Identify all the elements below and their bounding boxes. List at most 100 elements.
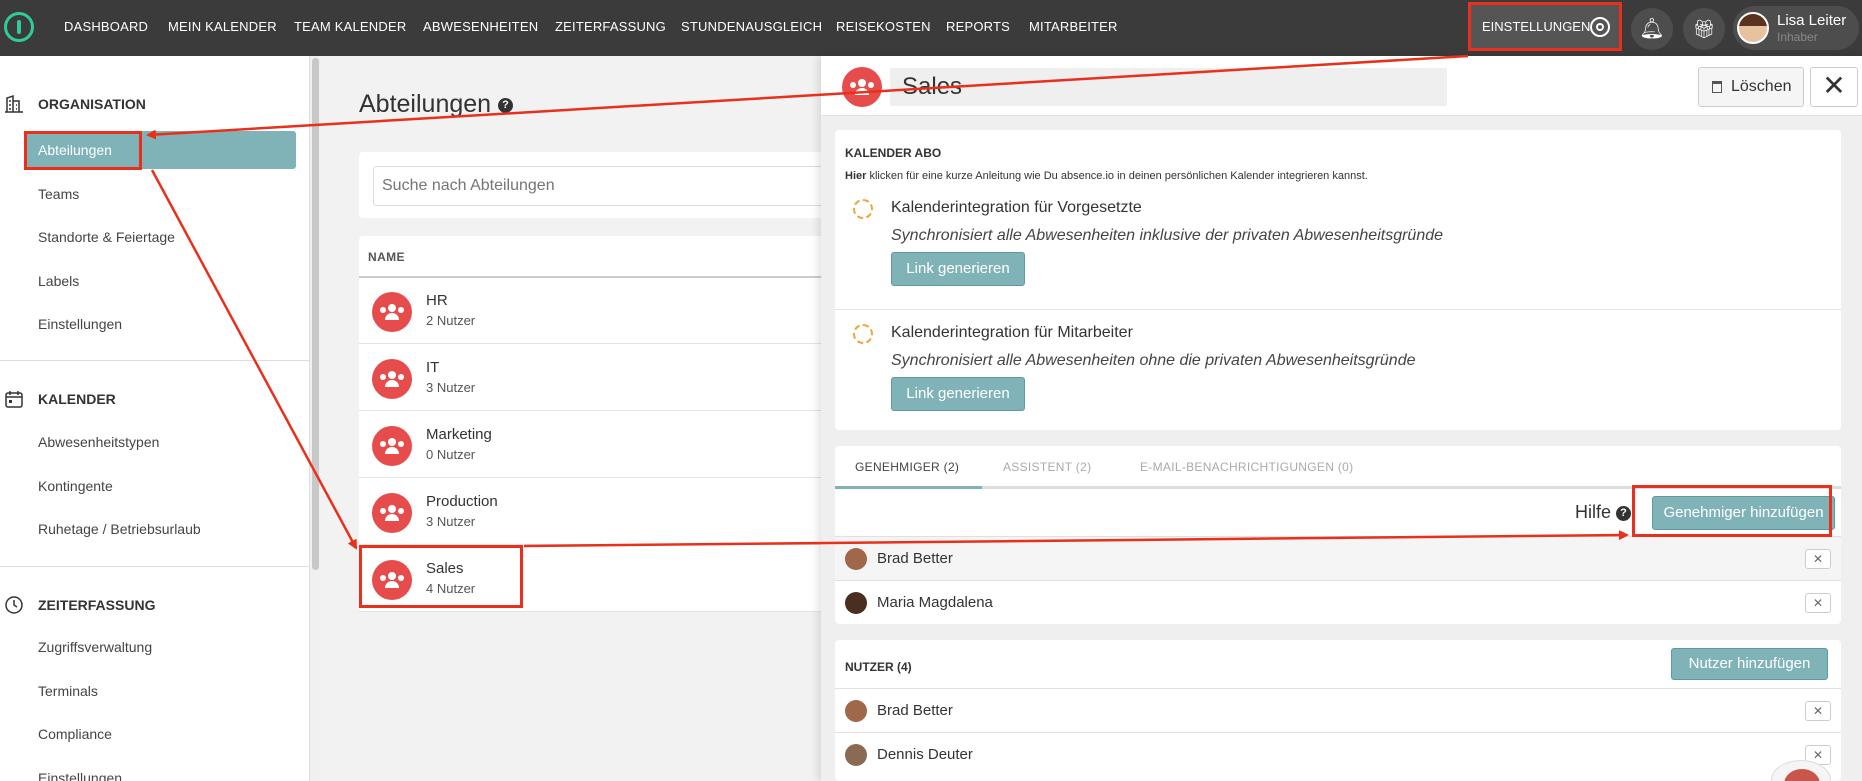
group-icon <box>372 292 412 332</box>
nav-dashboard[interactable]: DASHBOARD <box>64 0 148 56</box>
department-user-count: 3 Nutzer <box>426 380 476 395</box>
section-kalender: KALENDER <box>0 385 310 415</box>
support-avatar-icon <box>1784 769 1820 781</box>
notifications-button[interactable]: 🔔︎ <box>1631 8 1673 50</box>
nav-abwesenheiten[interactable]: ABWESENHEITEN <box>423 0 538 56</box>
sidebar-item-zeiterfassung-einstellungen[interactable]: Einstellungen <box>24 759 296 781</box>
department-name: HR <box>426 292 448 309</box>
scrollbar-thumb[interactable] <box>312 58 319 570</box>
sidebar-scrollbar[interactable] <box>311 56 320 781</box>
calendar-subscription-card: KALENDER ABO Hier klicken für eine kurze… <box>835 130 1841 430</box>
sidebar-item-labels[interactable]: Labels <box>24 262 296 300</box>
column-header-name[interactable]: NAME <box>368 250 405 264</box>
nav-zeiterfassung[interactable]: ZEITERFASSUNG <box>555 0 666 56</box>
help-icon: ? <box>1616 505 1632 521</box>
tab-genehmiger[interactable]: GENEHMIGER (2) <box>855 446 959 488</box>
highlight-add-approver <box>1632 485 1832 537</box>
group-icon <box>372 493 412 533</box>
calendar-hint-link[interactable]: Hier <box>845 170 866 182</box>
pending-status-icon <box>853 324 873 344</box>
tab-email-benachrichtigungen[interactable]: E-MAIL-BENACHRICHTIGUNGEN (0) <box>1140 446 1353 488</box>
nav-stundenausgleich[interactable]: STUNDENAUSGLEICH <box>681 0 822 56</box>
department-name: Production <box>426 493 498 510</box>
absence-logo-icon[interactable] <box>4 12 34 42</box>
gift-icon: 🎁︎ <box>1692 19 1716 39</box>
trash-icon <box>1712 81 1722 93</box>
section-zeiterfassung: ZEITERFASSUNG <box>0 591 310 621</box>
table-row[interactable]: IT 3 Nutzer <box>359 345 859 411</box>
gift-button[interactable]: 🎁︎ <box>1683 8 1725 50</box>
help-link[interactable]: Hilfe ? <box>1575 502 1632 523</box>
building-icon <box>5 94 23 113</box>
calendar-hint: Hier klicken für eine kurze Anleitung wi… <box>845 170 1368 182</box>
integration-description: Synchronisiert alle Abwesenheiten ohne d… <box>891 352 1416 369</box>
pending-status-icon <box>853 199 873 219</box>
sidebar-item-compliance[interactable]: Compliance <box>24 715 296 753</box>
avatar <box>845 548 867 570</box>
active-tab-indicator <box>835 486 982 489</box>
generate-link-button[interactable]: Link generieren <box>891 377 1025 411</box>
panel-header: Sales Löschen ✕ <box>821 56 1862 116</box>
sidebar-item-terminals[interactable]: Terminals <box>24 672 296 710</box>
user-row: Dennis Deuter ✕ <box>835 732 1841 776</box>
avatar <box>1737 12 1769 44</box>
search-input[interactable] <box>373 166 859 206</box>
table-row[interactable]: Marketing 0 Nutzer <box>359 412 859 478</box>
users-card: NUTZER (4) Nutzer hinzufügen Brad Better… <box>835 640 1841 781</box>
highlight-settings <box>1468 2 1622 51</box>
highlight-sales-row <box>359 545 523 608</box>
close-button[interactable]: ✕ <box>1810 67 1858 107</box>
nav-mein-kalender[interactable]: MEIN KALENDER <box>168 0 277 56</box>
calendar-card-title: KALENDER ABO <box>845 146 942 160</box>
user-row: Brad Better ✕ <box>835 688 1841 732</box>
highlight-abteilungen <box>24 131 142 170</box>
add-user-button[interactable]: Nutzer hinzufügen <box>1671 648 1828 680</box>
section-title: KALENDER <box>38 391 116 407</box>
section-title: ZEITERFASSUNG <box>38 597 156 613</box>
department-name: Marketing <box>426 426 492 443</box>
generate-link-button[interactable]: Link generieren <box>891 252 1025 286</box>
group-icon <box>372 426 412 466</box>
divider <box>0 566 310 567</box>
sidebar-item-kontingente[interactable]: Kontingente <box>24 467 296 505</box>
delete-label: Löschen <box>1731 78 1792 95</box>
sidebar-item-ruhetage[interactable]: Ruhetage / Betriebsurlaub <box>24 510 296 548</box>
search-card <box>359 152 859 218</box>
sidebar-item-einstellungen[interactable]: Einstellungen <box>24 305 296 343</box>
nav-mitarbeiter[interactable]: MITARBEITER <box>1029 0 1118 56</box>
department-name-field[interactable]: Sales <box>890 68 1447 106</box>
remove-button[interactable]: ✕ <box>1805 549 1831 569</box>
integration-title: Kalenderintegration für Vorgesetzte <box>891 199 1142 216</box>
department-user-count: 3 Nutzer <box>426 514 476 529</box>
sidebar-item-teams[interactable]: Teams <box>24 175 296 213</box>
avatar <box>845 744 867 766</box>
page-title: Abteilungen ? <box>359 90 514 119</box>
department-user-count: 2 Nutzer <box>426 313 476 328</box>
nav-reports[interactable]: REPORTS <box>946 0 1010 56</box>
sidebar-item-zugriffsverwaltung[interactable]: Zugriffsverwaltung <box>24 628 296 666</box>
user-name: Lisa Leiter <box>1777 12 1847 29</box>
avatar <box>845 700 867 722</box>
remove-button[interactable]: ✕ <box>1805 701 1831 721</box>
approver-row: Brad Better ✕ <box>835 536 1841 580</box>
section-organisation: ORGANISATION <box>0 90 310 120</box>
section-title: ORGANISATION <box>38 96 146 112</box>
nav-team-kalender[interactable]: TEAM KALENDER <box>294 0 406 56</box>
delete-button[interactable]: Löschen <box>1698 67 1804 107</box>
department-detail-panel: Sales Löschen ✕ KALENDER ABO Hier klicke… <box>821 56 1862 781</box>
table-row[interactable]: HR 2 Nutzer <box>359 278 859 344</box>
divider <box>0 360 310 361</box>
sidebar-item-standorte[interactable]: Standorte & Feiertage <box>24 218 296 256</box>
integration-description: Synchronisiert alle Abwesenheiten inklus… <box>891 227 1444 244</box>
table-row[interactable]: Production 3 Nutzer <box>359 479 859 545</box>
sidebar-item-abwesenheitstypen[interactable]: Abwesenheitstypen <box>24 423 296 461</box>
tab-assistent[interactable]: ASSISTENT (2) <box>1003 446 1091 488</box>
user-menu[interactable]: Lisa Leiter Inhaber <box>1733 6 1859 50</box>
help-label: Hilfe <box>1575 502 1612 522</box>
nav-reisekosten[interactable]: REISEKOSTEN <box>836 0 931 56</box>
help-icon[interactable]: ? <box>498 97 514 113</box>
remove-button[interactable]: ✕ <box>1805 593 1831 613</box>
users-card-title: NUTZER (4) <box>845 660 912 674</box>
approver-name: Brad Better <box>877 550 953 567</box>
approver-name: Maria Magdalena <box>877 594 993 611</box>
